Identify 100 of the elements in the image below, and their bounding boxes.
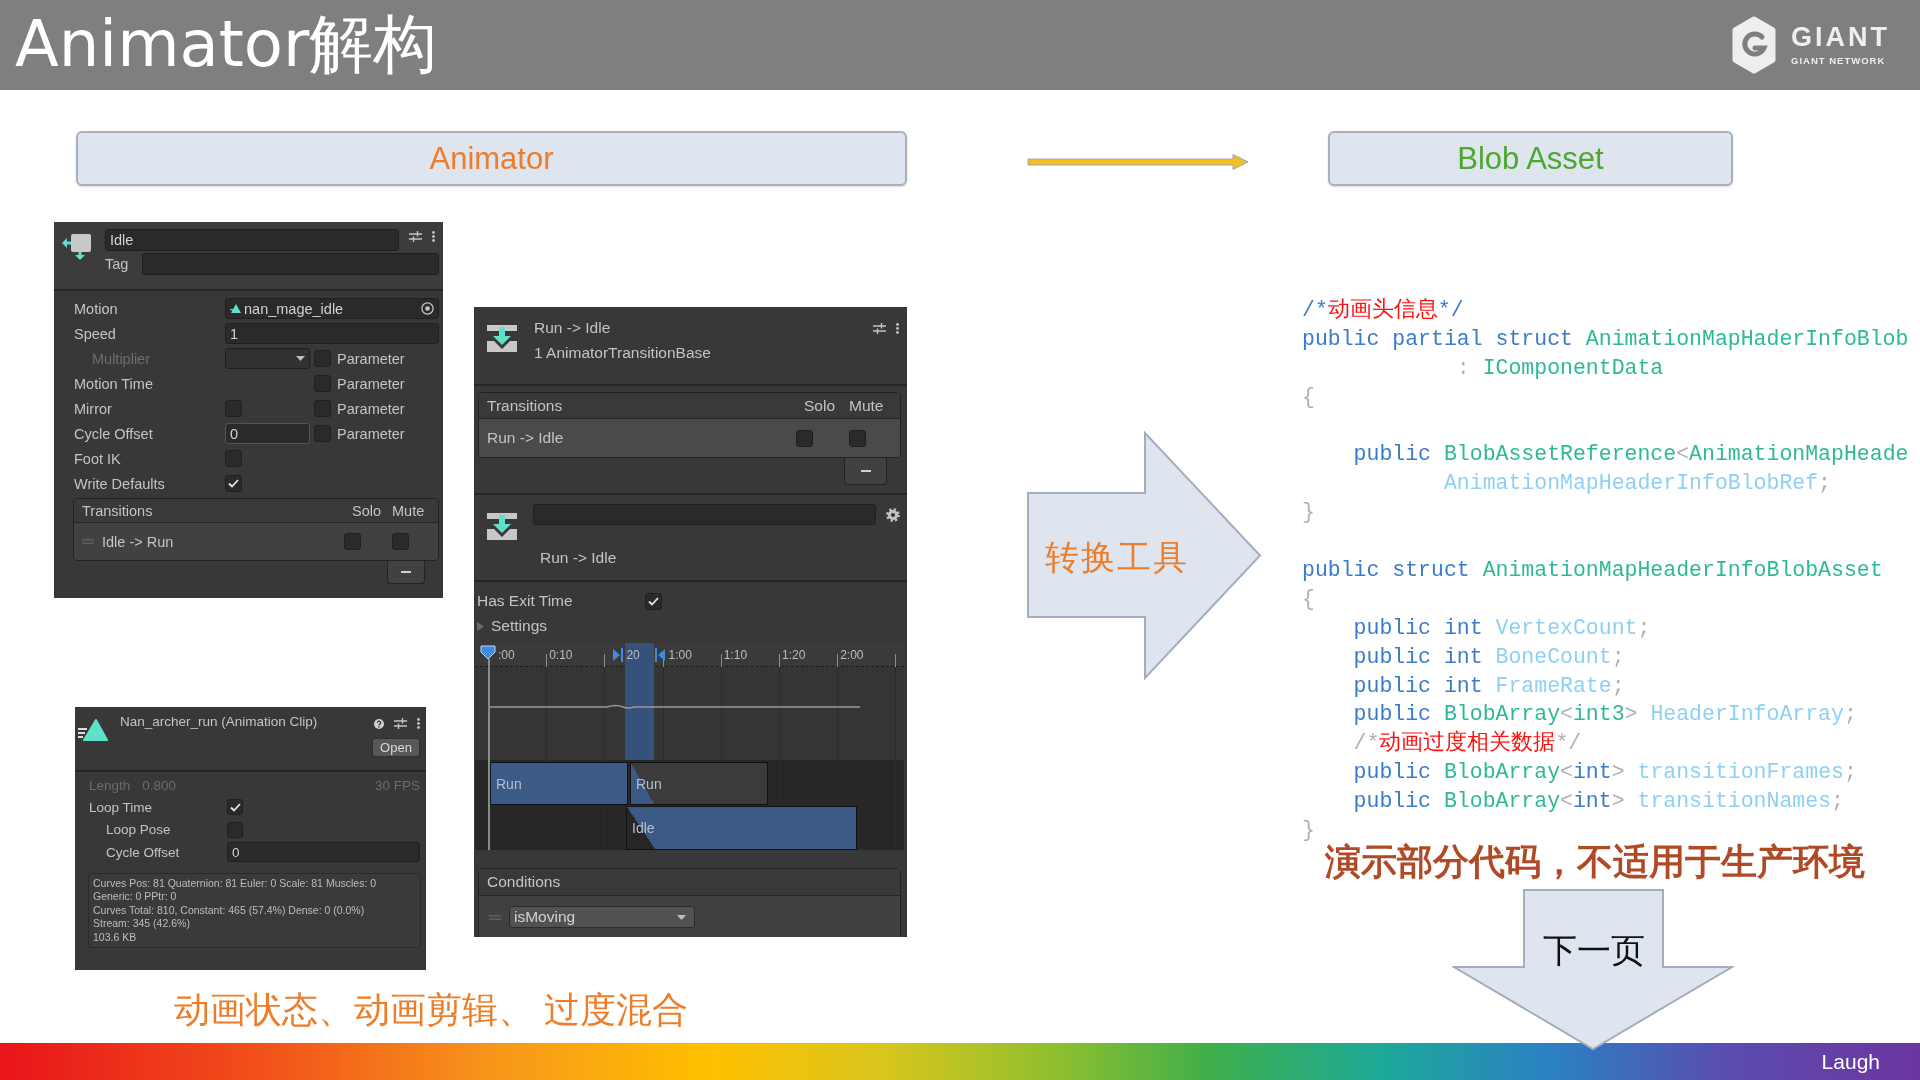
ruler-label: :00: [498, 648, 515, 662]
ruler-label: 1:00: [668, 648, 692, 662]
checkbox[interactable]: [314, 375, 331, 392]
code-line: }: [1302, 500, 1315, 525]
more-menu-icon[interactable]: [432, 231, 435, 242]
footer-label: Laugh: [1821, 1049, 1880, 1074]
checkbox[interactable]: [227, 821, 243, 838]
checkbox[interactable]: [225, 450, 242, 467]
transition-start-marker-icon[interactable]: [613, 648, 623, 662]
arrow-label[interactable]: 下一页: [1543, 928, 1645, 972]
block-arrow[interactable]: [1452, 889, 1734, 1051]
sliders-icon[interactable]: [873, 323, 886, 334]
column-header: Transitions: [487, 396, 564, 415]
parameter-label: Parameter: [337, 425, 405, 442]
arrow-label: 转换工具: [1045, 537, 1189, 578]
state-node-icon: [62, 233, 92, 261]
transition-range-band[interactable]: [625, 643, 654, 760]
clip-bar[interactable]: Run: [490, 762, 628, 805]
code-line: {: [1302, 586, 1315, 611]
number-field[interactable]: 0: [225, 423, 310, 444]
code-line: public partial struct AnimationMapHaderInfoBlob: [1302, 326, 1909, 351]
dropdown[interactable]: [225, 348, 310, 369]
target-icon[interactable]: [421, 302, 434, 315]
property-label: Has Exit Time: [477, 592, 574, 610]
name-field[interactable]: Idle: [105, 229, 399, 251]
code-line: public struct AnimationMapHeaderInfoBlobAsset: [1302, 558, 1883, 582]
minus-icon: [860, 470, 871, 472]
help-icon[interactable]: [374, 718, 384, 729]
code-line: /*动画过度相关数据*/: [1353, 731, 1582, 756]
drag-handle-icon[interactable]: [82, 539, 94, 544]
checkbox[interactable]: [344, 533, 361, 550]
checkbox[interactable]: [796, 429, 813, 447]
settings-foldout[interactable]: Settings: [477, 615, 547, 637]
info-text: Curves Total: 810, Constant: 465 (57.4%) Dense: 0 (0.0%): [93, 903, 365, 918]
ruler-label: 0:10: [549, 648, 573, 662]
code-line: public int BoneCount;: [1353, 644, 1625, 669]
clip-icon: [78, 718, 108, 742]
checkbox[interactable]: [849, 429, 866, 447]
sliders-icon[interactable]: [409, 231, 422, 242]
code-line: {: [1302, 384, 1315, 409]
inspector-subtitle: 1 AnimatorTransitionBase: [534, 344, 712, 362]
open-button[interactable]: Open: [372, 738, 420, 757]
caret-icon: [677, 914, 686, 920]
parameter-label: Parameter: [337, 350, 405, 367]
ruler-label: 2:00: [840, 648, 864, 662]
gear-icon[interactable]: [886, 507, 900, 522]
drag-handle-icon[interactable]: [489, 914, 501, 920]
text-field[interactable]: 1: [225, 323, 439, 344]
property-label: Cycle Offset: [74, 425, 154, 442]
parameter-label: Parameter: [337, 375, 405, 392]
property-label: Cycle Offset: [105, 844, 181, 860]
code-line: public BlobArray<int> transitionFrames;: [1353, 760, 1857, 785]
tag-field[interactable]: [142, 253, 439, 275]
code-line: AnimationMapHeaderInfoBlobRef;: [1443, 471, 1831, 496]
inspector-title: Run -> Idle: [534, 319, 612, 337]
logo-icon: [1731, 16, 1777, 74]
checkbox[interactable]: [314, 400, 331, 417]
property-label: Write Defaults: [74, 475, 166, 492]
code-line: public BlobArray<int3> HeaderInfoArray;: [1353, 702, 1857, 727]
property-label: Speed: [74, 325, 117, 342]
checkbox[interactable]: [392, 533, 409, 550]
clip-bar[interactable]: Run: [630, 762, 768, 805]
column-header: Solo: [352, 502, 383, 519]
code-line: /*动画头信息*/: [1302, 298, 1464, 322]
name-field[interactable]: [533, 504, 876, 525]
checkbox[interactable]: [314, 425, 331, 442]
ruler-label: 20: [626, 648, 640, 662]
slide-title: Animator解构: [15, 11, 438, 79]
checkbox[interactable]: [225, 400, 242, 417]
property-label: Foot IK: [74, 450, 122, 467]
parameter-label: Parameter: [337, 400, 405, 417]
checkbox[interactable]: [227, 799, 243, 816]
object-field[interactable]: nan_mage_idle: [225, 298, 439, 319]
ruler-label: 1:10: [723, 648, 748, 662]
code-line: public int FrameRate;: [1353, 673, 1625, 698]
code-line: public int VertexCount;: [1353, 615, 1651, 640]
transition-row[interactable]: Run -> Idle: [479, 419, 900, 457]
number-field[interactable]: 0: [227, 842, 420, 863]
transition-row[interactable]: Idle -> Run: [74, 523, 438, 560]
property-label: Mirror: [74, 400, 113, 417]
sliders-icon[interactable]: [394, 718, 407, 729]
warning-note: 演示部分代码，不适用于生产环境: [1325, 840, 1865, 884]
property-label: Loop Pose: [105, 822, 172, 838]
code-line: public BlobArray<int> transitionNames;: [1353, 789, 1844, 814]
checkbox[interactable]: [225, 475, 242, 492]
checkbox[interactable]: [645, 592, 662, 610]
transition-end-marker-icon[interactable]: [655, 648, 665, 662]
more-menu-icon[interactable]: [896, 323, 899, 334]
playhead-marker-icon[interactable]: [480, 645, 496, 660]
logo-wordmark: GIANT: [1791, 24, 1890, 52]
property-label: Motion: [74, 300, 119, 317]
transition-name: Run -> Idle: [487, 429, 565, 447]
more-menu-icon[interactable]: [417, 718, 420, 729]
info-text: Curves Pos: 81 Quaternion: 81 Euler: 0 Scale: 81 Muscles: 0: [93, 876, 377, 891]
column-header: Transitions: [82, 502, 154, 519]
remove-button[interactable]: [387, 561, 425, 584]
inspector-title: Nan_archer_run (Animation Clip): [119, 714, 319, 731]
property-label: Motion Time: [74, 375, 154, 392]
parameter-dropdown[interactable]: isMoving: [509, 906, 695, 928]
checkmark-icon: [648, 596, 659, 606]
